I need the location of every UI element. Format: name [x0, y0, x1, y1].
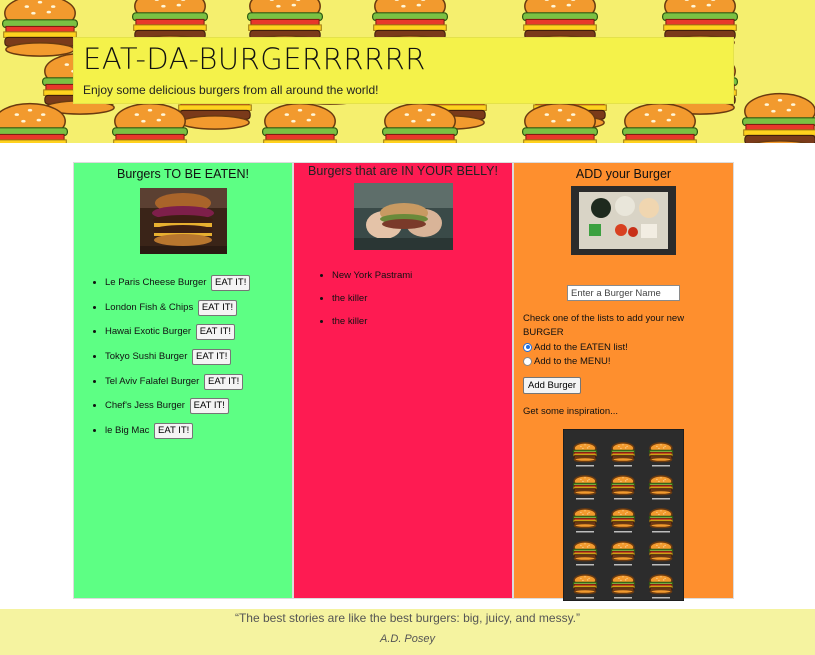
to-be-eaten-column: Burgers TO BE EATEN! Le Paris Cheese Bur…: [73, 162, 293, 599]
footer-quote-bar: “The best stories are like the best burg…: [0, 609, 815, 655]
eat-it-button[interactable]: EAT IT!: [203, 373, 244, 390]
page-subtitle: Enjoy some delicious burgers from all ar…: [83, 83, 379, 97]
burger-name: Le Paris Cheese Burger: [105, 277, 207, 288]
eat-it-button[interactable]: EAT IT!: [154, 423, 194, 440]
poster-caption-line: [576, 564, 594, 566]
burger-pattern-icon: [382, 102, 459, 143]
poster-caption-line: [576, 498, 594, 500]
eaten-list: New York Pastramithe killerthe killer: [294, 268, 512, 336]
burger-ingredients-image: [571, 186, 676, 255]
eat-it-button[interactable]: EAT IT!: [189, 398, 229, 415]
footer-quote: “The best stories are like the best burg…: [234, 611, 581, 625]
to-be-eaten-item: Tel Aviv Falafel Burger EAT IT!: [105, 372, 292, 397]
footer-author: A.D. Posey: [379, 633, 436, 645]
poster-caption-line: [614, 597, 632, 599]
eaten-column: Burgers that are IN YOUR BELLY! New York…: [293, 162, 513, 599]
burger-pattern-icon: [742, 92, 815, 143]
to-be-eaten-item: Le Paris Cheese Burger EAT IT!: [105, 273, 292, 298]
burger-name: Tokyo Sushi Burger: [105, 351, 188, 363]
stacked-burger-image: [139, 188, 227, 254]
burger-pattern-icon: [521, 102, 598, 143]
poster-burger-icon: [610, 508, 636, 529]
radio-eaten[interactable]: [523, 342, 532, 352]
poster-burger-icon: [572, 574, 598, 595]
inspiration-text: Get some inspiration...: [523, 406, 619, 417]
eat-it-button[interactable]: EAT IT!: [195, 324, 236, 341]
form-hint: Check one of the lists to add your new B…: [523, 313, 685, 338]
radio-menu-label: Add to the MENU!: [534, 355, 611, 367]
to-be-eaten-title: Burgers TO BE EATEN!: [117, 167, 249, 181]
add-burger-column: ADD your Burger Check one of the lists t…: [513, 162, 734, 601]
burger-name: London Fish & Chips: [105, 301, 194, 313]
poster-burger-icon: [648, 541, 674, 562]
to-be-eaten-item: Chef's Jess Burger EAT IT!: [105, 396, 292, 421]
poster-burger-icon: [610, 574, 636, 595]
burger-pattern-icon: [262, 102, 339, 143]
add-burger-button[interactable]: Add Burger: [523, 377, 582, 394]
poster-caption-line: [576, 465, 594, 467]
poster-caption-line: [652, 597, 670, 599]
poster-burger-icon: [648, 574, 674, 595]
eaten-item: the killer: [332, 314, 512, 337]
poster-caption-line: [614, 498, 632, 500]
burger-name: Chef's Jess Burger: [105, 400, 185, 412]
poster-burger-icon: [648, 508, 674, 529]
to-be-eaten-list: Le Paris Cheese Burger EAT IT!London Fis…: [74, 273, 292, 446]
poster-burger-icon: [610, 442, 636, 463]
poster-burger-icon: [572, 541, 598, 562]
poster-caption-line: [614, 531, 632, 533]
eat-it-button[interactable]: EAT IT!: [197, 299, 238, 316]
burger-name: Hawai Exotic Burger: [105, 326, 192, 338]
poster-burger-icon: [610, 475, 636, 496]
poster-caption-line: [652, 465, 670, 467]
radio-menu-option[interactable]: Add to the MENU!: [523, 354, 724, 368]
to-be-eaten-item: London Fish & Chips EAT IT!: [105, 298, 292, 323]
burger-pattern-icon: [111, 102, 189, 143]
eaten-title: Burgers that are IN YOUR BELLY!: [308, 164, 498, 178]
burger-name: le Big Mac: [105, 425, 150, 437]
poster-caption-line: [614, 465, 632, 467]
burger-pattern-icon: [621, 102, 698, 143]
burger-name-input[interactable]: [567, 285, 680, 301]
to-be-eaten-item: Hawai Exotic Burger EAT IT!: [105, 322, 292, 347]
poster-caption-line: [576, 597, 594, 599]
poster-burger-icon: [572, 475, 598, 496]
radio-eaten-option[interactable]: Add to the EATEN list!: [523, 340, 724, 354]
poster-caption-line: [652, 498, 670, 500]
burger-poster-image: [563, 429, 684, 601]
page-title: EAT-DA-BURGERRRRRR: [83, 42, 426, 76]
poster-burger-icon: [648, 475, 674, 496]
to-be-eaten-item: Tokyo Sushi Burger EAT IT!: [105, 347, 292, 372]
jumbotron: EAT-DA-BURGERRRRRR Enjoy some delicious …: [73, 37, 734, 104]
burger-name: Tel Aviv Falafel Burger: [105, 375, 200, 387]
poster-caption-line: [576, 531, 594, 533]
burger-pattern-icon: [1, 0, 79, 57]
burger-columns: Burgers TO BE EATEN! Le Paris Cheese Bur…: [73, 162, 734, 601]
poster-caption-line: [652, 531, 670, 533]
poster-burger-icon: [610, 541, 636, 562]
poster-caption-line: [652, 564, 670, 566]
add-burger-title: ADD your Burger: [575, 167, 672, 181]
hands-burger-image: [353, 183, 453, 250]
radio-eaten-label: Add to the EATEN list!: [534, 341, 628, 353]
header-banner: EAT-DA-BURGERRRRRR Enjoy some delicious …: [0, 0, 815, 143]
eat-it-button[interactable]: EAT IT!: [192, 349, 232, 366]
eaten-item: New York Pastrami: [332, 268, 512, 291]
radio-menu[interactable]: [523, 356, 532, 366]
poster-burger-icon: [648, 442, 674, 463]
poster-burger-icon: [572, 442, 598, 463]
add-burger-form: Check one of the lists to add your new B…: [514, 285, 733, 601]
eaten-item: the killer: [332, 291, 512, 314]
burger-pattern-icon: [0, 102, 68, 143]
poster-burger-icon: [572, 508, 598, 529]
poster-caption-line: [614, 564, 632, 566]
to-be-eaten-item: le Big Mac EAT IT!: [105, 421, 292, 446]
eat-it-button[interactable]: EAT IT!: [211, 275, 251, 291]
